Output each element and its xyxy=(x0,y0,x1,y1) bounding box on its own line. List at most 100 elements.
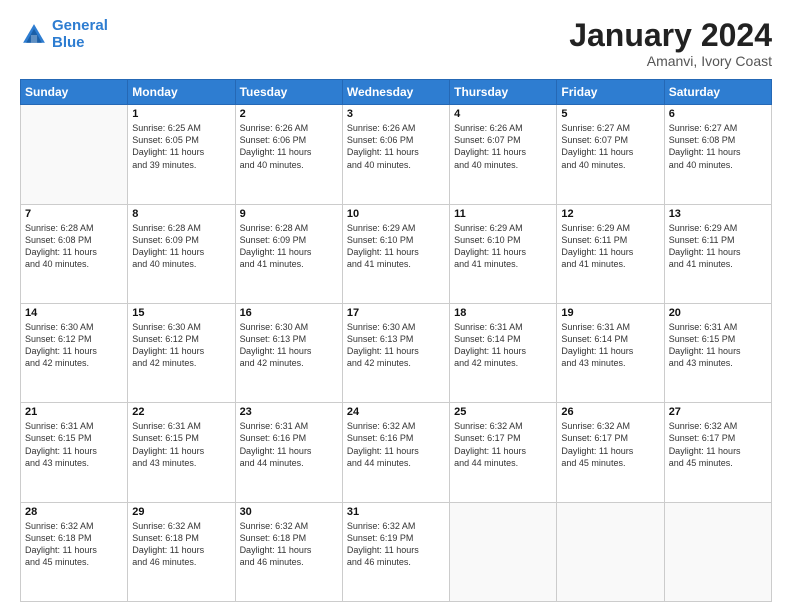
day-info: Sunrise: 6:28 AM Sunset: 6:09 PM Dayligh… xyxy=(240,222,338,271)
day-number: 12 xyxy=(561,208,659,220)
calendar-week-row: 7 Sunrise: 6:28 AM Sunset: 6:08 PM Daylig… xyxy=(21,204,772,303)
calendar-cell: 30 Sunrise: 6:32 AM Sunset: 6:18 PM Dayli… xyxy=(235,502,342,601)
day-number: 16 xyxy=(240,307,338,319)
day-number: 3 xyxy=(347,108,445,120)
day-info: Sunrise: 6:29 AM Sunset: 6:10 PM Dayligh… xyxy=(454,222,552,271)
day-info: Sunrise: 6:32 AM Sunset: 6:17 PM Dayligh… xyxy=(669,420,767,469)
day-info: Sunrise: 6:31 AM Sunset: 6:15 PM Dayligh… xyxy=(25,420,123,469)
day-header-wednesday: Wednesday xyxy=(342,80,449,105)
calendar-cell: 21 Sunrise: 6:31 AM Sunset: 6:15 PM Dayli… xyxy=(21,403,128,502)
calendar-cell: 16 Sunrise: 6:30 AM Sunset: 6:13 PM Dayli… xyxy=(235,303,342,402)
day-info: Sunrise: 6:28 AM Sunset: 6:09 PM Dayligh… xyxy=(132,222,230,271)
calendar-cell: 11 Sunrise: 6:29 AM Sunset: 6:10 PM Dayli… xyxy=(450,204,557,303)
calendar-cell: 20Sunrise: 6:31 AM Sunset: 6:15 PM Dayli… xyxy=(664,303,771,402)
day-number: 24 xyxy=(347,406,445,418)
calendar-week-row: 21 Sunrise: 6:31 AM Sunset: 6:15 PM Dayli… xyxy=(21,403,772,502)
subtitle: Amanvi, Ivory Coast xyxy=(569,53,772,69)
day-info: Sunrise: 6:30 AM Sunset: 6:12 PM Dayligh… xyxy=(132,321,230,370)
calendar-cell: 4 Sunrise: 6:26 AM Sunset: 6:07 PM Daylig… xyxy=(450,105,557,204)
day-number: 11 xyxy=(454,208,552,220)
day-number: 9 xyxy=(240,208,338,220)
calendar-cell: 24 Sunrise: 6:32 AM Sunset: 6:16 PM Dayli… xyxy=(342,403,449,502)
calendar-cell: 1Sunrise: 6:25 AM Sunset: 6:05 PM Daylig… xyxy=(128,105,235,204)
day-number: 29 xyxy=(132,506,230,518)
day-number: 10 xyxy=(347,208,445,220)
logo-text: General Blue xyxy=(52,18,108,51)
calendar-cell xyxy=(557,502,664,601)
day-number: 26 xyxy=(561,406,659,418)
month-title: January 2024 xyxy=(569,18,772,53)
calendar-cell: 25Sunrise: 6:32 AM Sunset: 6:17 PM Dayli… xyxy=(450,403,557,502)
calendar-table: SundayMondayTuesdayWednesdayThursdayFrid… xyxy=(20,79,772,602)
calendar-cell: 22 Sunrise: 6:31 AM Sunset: 6:15 PM Dayli… xyxy=(128,403,235,502)
calendar-cell: 29 Sunrise: 6:32 AM Sunset: 6:18 PM Dayli… xyxy=(128,502,235,601)
day-number: 20 xyxy=(669,307,767,319)
day-number: 7 xyxy=(25,208,123,220)
day-info: Sunrise: 6:32 AM Sunset: 6:18 PM Dayligh… xyxy=(132,520,230,569)
day-header-friday: Friday xyxy=(557,80,664,105)
calendar-cell: 8Sunrise: 6:28 AM Sunset: 6:09 PM Daylig… xyxy=(128,204,235,303)
day-info: Sunrise: 6:31 AM Sunset: 6:14 PM Dayligh… xyxy=(561,321,659,370)
day-info: Sunrise: 6:29 AM Sunset: 6:11 PM Dayligh… xyxy=(561,222,659,271)
calendar-cell: 31 Sunrise: 6:32 AM Sunset: 6:19 PM Dayli… xyxy=(342,502,449,601)
day-info: Sunrise: 6:32 AM Sunset: 6:18 PM Dayligh… xyxy=(240,520,338,569)
day-header-monday: Monday xyxy=(128,80,235,105)
header: General Blue January 2024 Amanvi, Ivory … xyxy=(20,18,772,69)
day-info: Sunrise: 6:32 AM Sunset: 6:16 PM Dayligh… xyxy=(347,420,445,469)
calendar-cell: 14 Sunrise: 6:30 AM Sunset: 6:12 PM Dayli… xyxy=(21,303,128,402)
day-info: Sunrise: 6:26 AM Sunset: 6:06 PM Dayligh… xyxy=(240,122,338,171)
day-header-saturday: Saturday xyxy=(664,80,771,105)
logo-line2: Blue xyxy=(52,34,85,51)
day-number: 30 xyxy=(240,506,338,518)
calendar-cell: 27 Sunrise: 6:32 AM Sunset: 6:17 PM Dayli… xyxy=(664,403,771,502)
day-header-tuesday: Tuesday xyxy=(235,80,342,105)
day-number: 22 xyxy=(132,406,230,418)
day-info: Sunrise: 6:32 AM Sunset: 6:19 PM Dayligh… xyxy=(347,520,445,569)
page: General Blue January 2024 Amanvi, Ivory … xyxy=(0,0,792,612)
day-number: 23 xyxy=(240,406,338,418)
day-info: Sunrise: 6:28 AM Sunset: 6:08 PM Dayligh… xyxy=(25,222,123,271)
day-number: 15 xyxy=(132,307,230,319)
calendar-cell: 28 Sunrise: 6:32 AM Sunset: 6:18 PM Dayli… xyxy=(21,502,128,601)
calendar-cell: 12 Sunrise: 6:29 AM Sunset: 6:11 PM Dayli… xyxy=(557,204,664,303)
day-info: Sunrise: 6:30 AM Sunset: 6:13 PM Dayligh… xyxy=(240,321,338,370)
day-number: 27 xyxy=(669,406,767,418)
calendar-cell: 18Sunrise: 6:31 AM Sunset: 6:14 PM Dayli… xyxy=(450,303,557,402)
day-number: 2 xyxy=(240,108,338,120)
day-number: 14 xyxy=(25,307,123,319)
logo-line1: General xyxy=(52,17,108,34)
day-header-sunday: Sunday xyxy=(21,80,128,105)
calendar-cell: 5Sunrise: 6:27 AM Sunset: 6:07 PM Daylig… xyxy=(557,105,664,204)
day-number: 21 xyxy=(25,406,123,418)
calendar-cell: 15 Sunrise: 6:30 AM Sunset: 6:12 PM Dayli… xyxy=(128,303,235,402)
day-info: Sunrise: 6:31 AM Sunset: 6:15 PM Dayligh… xyxy=(132,420,230,469)
day-number: 17 xyxy=(347,307,445,319)
day-info: Sunrise: 6:32 AM Sunset: 6:17 PM Dayligh… xyxy=(561,420,659,469)
calendar-cell: 9 Sunrise: 6:28 AM Sunset: 6:09 PM Daylig… xyxy=(235,204,342,303)
day-number: 19 xyxy=(561,307,659,319)
day-number: 28 xyxy=(25,506,123,518)
day-info: Sunrise: 6:32 AM Sunset: 6:18 PM Dayligh… xyxy=(25,520,123,569)
calendar-cell: 17Sunrise: 6:30 AM Sunset: 6:13 PM Dayli… xyxy=(342,303,449,402)
day-info: Sunrise: 6:26 AM Sunset: 6:07 PM Dayligh… xyxy=(454,122,552,171)
calendar-header-row: SundayMondayTuesdayWednesdayThursdayFrid… xyxy=(21,80,772,105)
day-info: Sunrise: 6:30 AM Sunset: 6:12 PM Dayligh… xyxy=(25,321,123,370)
calendar-cell xyxy=(21,105,128,204)
calendar-cell: 19 Sunrise: 6:31 AM Sunset: 6:14 PM Dayli… xyxy=(557,303,664,402)
day-number: 31 xyxy=(347,506,445,518)
calendar-cell: 7 Sunrise: 6:28 AM Sunset: 6:08 PM Daylig… xyxy=(21,204,128,303)
day-info: Sunrise: 6:29 AM Sunset: 6:11 PM Dayligh… xyxy=(669,222,767,271)
calendar-week-row: 28 Sunrise: 6:32 AM Sunset: 6:18 PM Dayli… xyxy=(21,502,772,601)
calendar-cell: 6 Sunrise: 6:27 AM Sunset: 6:08 PM Daylig… xyxy=(664,105,771,204)
calendar-cell: 3Sunrise: 6:26 AM Sunset: 6:06 PM Daylig… xyxy=(342,105,449,204)
day-info: Sunrise: 6:31 AM Sunset: 6:16 PM Dayligh… xyxy=(240,420,338,469)
day-number: 18 xyxy=(454,307,552,319)
day-info: Sunrise: 6:27 AM Sunset: 6:08 PM Dayligh… xyxy=(669,122,767,171)
calendar-cell xyxy=(664,502,771,601)
logo: General Blue xyxy=(20,18,108,51)
day-number: 4 xyxy=(454,108,552,120)
day-number: 13 xyxy=(669,208,767,220)
day-number: 6 xyxy=(669,108,767,120)
calendar-cell: 13 Sunrise: 6:29 AM Sunset: 6:11 PM Dayli… xyxy=(664,204,771,303)
day-header-thursday: Thursday xyxy=(450,80,557,105)
